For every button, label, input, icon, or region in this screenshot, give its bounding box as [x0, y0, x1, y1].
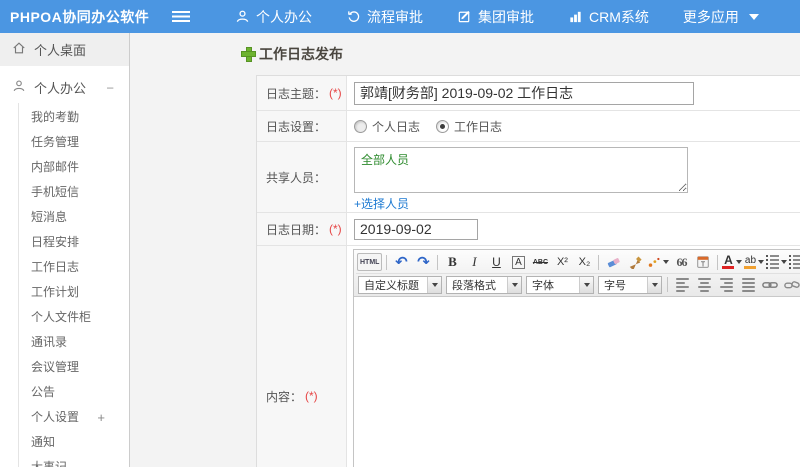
person-icon: [235, 9, 250, 24]
nav-group-approval[interactable]: 集团审批: [440, 0, 551, 33]
sidebar-item-notifications[interactable]: 通知: [19, 430, 129, 455]
radio-unchecked-icon[interactable]: [354, 119, 367, 133]
bar-chart-icon: [568, 9, 583, 24]
radio-work-log[interactable]: 工作日志: [436, 118, 502, 135]
share-people-textarea[interactable]: 全部人员: [354, 147, 688, 193]
underline-button[interactable]: U: [486, 253, 506, 271]
sidebar-item-attendance[interactable]: 我的考勤: [19, 105, 129, 130]
align-justify-button[interactable]: [738, 276, 758, 294]
work-log-form: 日志主题：(*) 日志设置： 个人日志: [256, 75, 800, 467]
ordered-list-button[interactable]: [766, 253, 788, 271]
date-insert-icon[interactable]: T: [693, 253, 713, 271]
align-center-button[interactable]: [694, 276, 714, 294]
sidebar-item-schedule[interactable]: 日程安排: [19, 230, 129, 255]
person-icon: [12, 79, 26, 96]
sidebar-item-personal-office[interactable]: 个人办公 −: [0, 72, 129, 103]
italic-button[interactable]: I: [464, 253, 484, 271]
strikethrough-button[interactable]: ABC: [530, 253, 550, 271]
format-painter-icon[interactable]: [625, 253, 645, 271]
radio-personal-log[interactable]: 个人日志: [354, 118, 420, 135]
content-row: 内容： (*) HTML ↶ ↷ B I U A ABC X² X₂ 66 T …: [257, 246, 800, 467]
sidebar-item-personal-desktop[interactable]: 个人桌面: [0, 33, 129, 66]
share-label: 共享人员：: [257, 142, 347, 212]
page-title: 工作日志发布: [242, 44, 343, 64]
subscript-button[interactable]: X₂: [574, 253, 594, 271]
highlight-color-button[interactable]: ab: [744, 253, 765, 271]
sidebar-item-personal-settings[interactable]: 个人设置 +: [19, 405, 129, 430]
sidebar-item-contacts[interactable]: 通讯录: [19, 330, 129, 355]
unordered-list-button[interactable]: [789, 253, 800, 271]
sidebar-item-mobile-sms[interactable]: 手机短信: [19, 180, 129, 205]
main-content: 工作日志发布 日志主题：(*) 日志设置：: [130, 33, 800, 467]
editor-content-area[interactable]: [354, 297, 800, 467]
share-row: 共享人员： 全部人员 +选择人员: [257, 142, 800, 213]
undo-icon[interactable]: ↶: [391, 253, 411, 271]
sidebar-item-file-cabinet[interactable]: 个人文件柜: [19, 305, 129, 330]
home-icon: [12, 41, 26, 58]
sidebar-item-announcements[interactable]: 公告: [19, 380, 129, 405]
sidebar-item-meetings[interactable]: 会议管理: [19, 355, 129, 380]
nav-crm-system[interactable]: CRM系统: [551, 0, 666, 33]
settings-label: 日志设置：: [257, 111, 347, 141]
subject-row: 日志主题： (*): [257, 76, 800, 111]
select-people-link[interactable]: +选择人员: [354, 195, 409, 212]
caret-down-icon: [748, 13, 759, 20]
superscript-button[interactable]: X²: [552, 253, 572, 271]
sidebar-submenu: 我的考勤 任务管理 内部邮件 手机短信 短消息 日程安排 工作日志 工作计划 个…: [18, 103, 129, 467]
app-brand: PHPOA协同办公软件: [10, 8, 150, 25]
font-family-select[interactable]: 字体: [526, 275, 594, 294]
radio-checked-icon[interactable]: [436, 119, 450, 133]
font-background-button[interactable]: A: [508, 253, 528, 271]
nav-process-approval[interactable]: 流程审批: [329, 0, 440, 33]
subject-label: 日志主题： (*): [257, 76, 347, 110]
toolbar-row-2: 自定义标题 段落格式 字体 字号: [356, 273, 800, 295]
nav-more-apps[interactable]: 更多应用: [666, 0, 776, 33]
svg-text:T: T: [701, 261, 706, 268]
redo-icon[interactable]: ↷: [413, 253, 433, 271]
top-bar: PHPOA协同办公软件 个人办公 流程审批 集团审批 CRM系统 更多应用: [0, 0, 800, 33]
nav-personal-office[interactable]: 个人办公: [218, 0, 329, 33]
subject-input[interactable]: [354, 81, 694, 105]
unlink-button[interactable]: [782, 276, 800, 294]
toolbar-row-1: HTML ↶ ↷ B I U A ABC X² X₂ 66 T A ab: [356, 251, 800, 273]
eraser-icon[interactable]: [603, 253, 623, 271]
sidebar-item-short-message[interactable]: 短消息: [19, 205, 129, 230]
html-source-button[interactable]: HTML: [357, 253, 383, 271]
top-nav: 个人办公 流程审批 集团审批 CRM系统 更多应用: [218, 0, 776, 33]
content-label: 内容： (*): [257, 246, 347, 467]
sidebar-item-memorabilia[interactable]: 大事记: [19, 455, 129, 467]
process-icon: [346, 9, 361, 24]
font-size-select[interactable]: 字号: [598, 275, 662, 294]
sidebar-item-tasks[interactable]: 任务管理: [19, 130, 129, 155]
sidebar: 个人桌面 个人办公 − 我的考勤 任务管理 内部邮件 手机短信 短消息 日程安排…: [0, 33, 130, 467]
align-right-button[interactable]: [716, 276, 736, 294]
bold-button[interactable]: B: [442, 253, 462, 271]
sidebar-item-internal-mail[interactable]: 内部邮件: [19, 155, 129, 180]
rich-text-editor: HTML ↶ ↷ B I U A ABC X² X₂ 66 T A ab 自定义…: [353, 249, 800, 467]
expand-icon[interactable]: +: [97, 405, 105, 430]
sidebar-item-work-plan[interactable]: 工作计划: [19, 280, 129, 305]
date-label: 日志日期： (*): [257, 213, 347, 245]
editor-toolbar: HTML ↶ ↷ B I U A ABC X² X₂ 66 T A ab 自定义…: [354, 250, 800, 297]
paragraph-format-select[interactable]: 段落格式: [446, 275, 522, 294]
heading-select[interactable]: 自定义标题: [358, 275, 442, 294]
hamburger-menu-icon[interactable]: [172, 11, 190, 22]
font-color-button[interactable]: A: [722, 253, 743, 271]
align-left-button[interactable]: [672, 276, 692, 294]
settings-row: 日志设置： 个人日志 工作日志: [257, 111, 800, 142]
date-row: 日志日期： (*): [257, 213, 800, 246]
autotypeset-icon[interactable]: [647, 253, 670, 271]
add-icon: [242, 47, 255, 61]
edit-icon: [457, 9, 472, 24]
link-button[interactable]: [760, 276, 780, 294]
collapse-icon[interactable]: −: [106, 80, 114, 95]
log-date-input[interactable]: [354, 218, 478, 240]
blockquote-icon[interactable]: 66: [671, 253, 691, 271]
sidebar-item-work-log[interactable]: 工作日志: [19, 255, 129, 280]
